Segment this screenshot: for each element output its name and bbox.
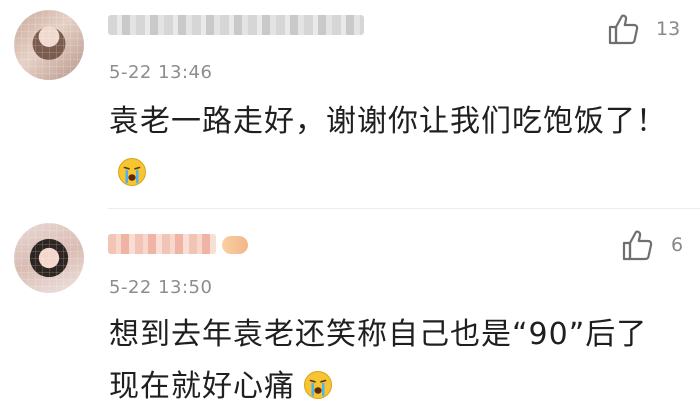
avatar[interactable] xyxy=(14,223,84,293)
thumbs-up-icon xyxy=(608,14,639,45)
crying-face-icon xyxy=(303,365,333,399)
comment-timestamp: 5-22 13:50 xyxy=(109,277,213,298)
crying-face-icon xyxy=(117,152,147,186)
comment-body: 袁老一路走好，谢谢你让我们吃饱饭了！ xyxy=(109,104,667,139)
comment-item: 5-22 13:46 13 袁老一路走好，谢谢你让我们吃饱饭了！ xyxy=(0,0,700,208)
crying-face-glyph xyxy=(118,158,146,186)
username-redacted[interactable] xyxy=(108,234,216,254)
user-badge xyxy=(222,236,248,254)
like-count: 6 xyxy=(671,234,684,256)
avatar[interactable] xyxy=(14,10,84,80)
thumbs-up-icon xyxy=(622,230,653,261)
username-redacted[interactable] xyxy=(108,15,364,35)
comment-item: 5-22 13:50 6 想到去年袁老还笑称自己也是“90”后了现在就好心痛 xyxy=(0,209,700,419)
comment-text: 袁老一路走好，谢谢你让我们吃饱饭了！ xyxy=(109,96,669,200)
crying-face-glyph xyxy=(304,371,332,399)
comment-timestamp: 5-22 13:46 xyxy=(109,62,213,83)
comment-text: 想到去年袁老还笑称自己也是“90”后了现在就好心痛 xyxy=(109,309,669,413)
comment-body: 想到去年袁老还笑称自己也是“90”后了现在就好心痛 xyxy=(109,317,648,404)
comment-list: 5-22 13:46 13 袁老一路走好，谢谢你让我们吃饱饭了！ 5-22 13… xyxy=(0,0,700,419)
avatar-mosaic xyxy=(14,223,84,293)
avatar-mosaic xyxy=(14,10,84,80)
like-count: 13 xyxy=(656,18,681,40)
